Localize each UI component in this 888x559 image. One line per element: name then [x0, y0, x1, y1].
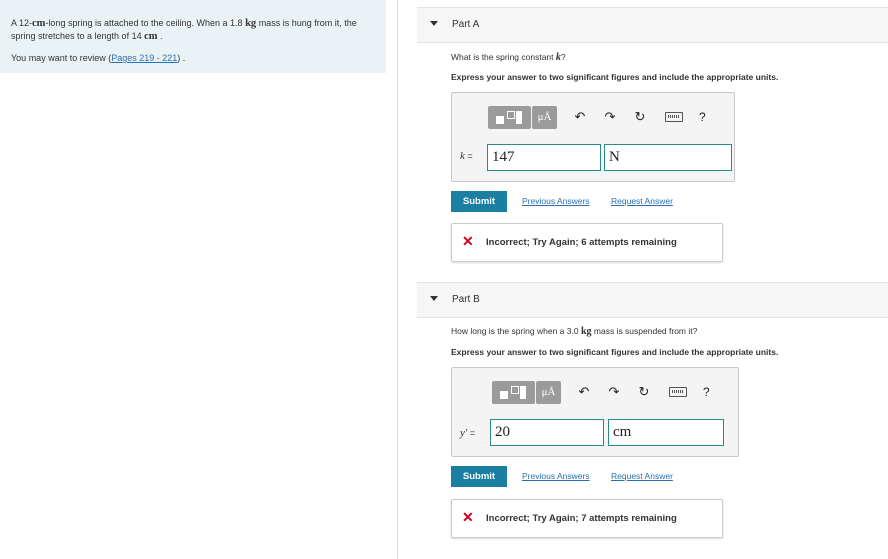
question-text: How long is the spring when a 3.0 [451, 326, 579, 336]
vertical-divider [397, 0, 398, 559]
unit-cm: cm [32, 18, 46, 29]
part-a-instruction: Express your answer to two significant f… [451, 72, 779, 82]
part-b-answer-box: μÅ ↶ ↷ ↻ ? y′ = 20 cm [451, 367, 739, 457]
collapse-triangle-icon[interactable] [430, 21, 438, 26]
units-button[interactable]: μÅ [532, 105, 557, 129]
unit-kg: kg [245, 18, 257, 29]
reset-icon[interactable]: ↻ [633, 109, 647, 125]
part-b-previous-answers-link[interactable]: Previous Answers [522, 471, 590, 481]
undo-icon[interactable]: ↶ [573, 109, 587, 125]
question-text: ? [560, 52, 566, 62]
help-icon[interactable]: ? [699, 110, 706, 124]
question-text: What is the spring constant [451, 52, 554, 62]
part-a-title: Part A [452, 19, 480, 30]
part-b-instruction: Express your answer to two significant f… [451, 347, 779, 357]
part-a-feedback: ✕ Incorrect; Try Again; 6 attempts remai… [451, 223, 723, 262]
incorrect-x-icon: ✕ [462, 233, 474, 249]
variable-y-prime: y′ [460, 427, 468, 439]
part-a-submit-button[interactable]: Submit [451, 191, 507, 212]
part-b-feedback: ✕ Incorrect; Try Again; 7 attempts remai… [451, 499, 723, 538]
problem-text: -long spring is attached to the ceiling.… [45, 18, 243, 28]
part-a-answer-box: μÅ ↶ ↷ ↻ ? k = 147 N [451, 92, 735, 182]
problem-panel: A 12-cm-long spring is attached to the c… [0, 0, 386, 73]
part-b-submit-button[interactable]: Submit [451, 466, 507, 487]
part-a-previous-answers-link[interactable]: Previous Answers [522, 196, 590, 206]
answer-unit-field[interactable]: cm [608, 419, 724, 446]
equals-sign: = [469, 428, 476, 438]
problem-text: . [160, 31, 163, 41]
answer-variable-label: k = [460, 150, 473, 162]
review-pages-link[interactable]: Pages 219 - 221 [111, 53, 177, 63]
answer-unit-field[interactable]: N [604, 144, 732, 171]
equals-sign: = [467, 151, 473, 161]
question-text: mass is suspended from it? [593, 326, 698, 336]
problem-text: A 12- [11, 18, 33, 28]
math-toolbar: μÅ ↶ ↷ ↻ ? [488, 105, 706, 129]
part-b-title: Part B [452, 294, 480, 305]
part-b-question: How long is the spring when a 3.0 kg mas… [451, 326, 697, 337]
help-icon[interactable]: ? [703, 385, 710, 399]
keyboard-icon[interactable] [665, 112, 683, 122]
unit-cm: cm [144, 31, 158, 42]
reset-icon[interactable]: ↻ [637, 384, 651, 400]
undo-icon[interactable]: ↶ [577, 384, 591, 400]
review-suffix: ) . [177, 53, 186, 63]
collapse-triangle-icon[interactable] [430, 296, 438, 301]
part-a-question: What is the spring constant k? [451, 52, 566, 63]
problem-statement: A 12-cm-long spring is attached to the c… [11, 17, 371, 43]
review-note: You may want to review (Pages 219 - 221)… [11, 53, 185, 63]
part-a-request-answer-link[interactable]: Request Answer [611, 196, 673, 206]
part-a-header[interactable]: Part A [417, 7, 888, 43]
redo-icon[interactable]: ↷ [603, 109, 617, 125]
answer-value-field[interactable]: 147 [487, 144, 601, 171]
feedback-message: Incorrect; Try Again; 6 attempts remaini… [486, 237, 677, 248]
variable-k: k [460, 150, 465, 162]
incorrect-x-icon: ✕ [462, 509, 474, 525]
feedback-message: Incorrect; Try Again; 7 attempts remaini… [486, 513, 677, 524]
math-toolbar: μÅ ↶ ↷ ↻ ? [492, 380, 710, 404]
part-b-request-answer-link[interactable]: Request Answer [611, 471, 673, 481]
keyboard-icon[interactable] [669, 387, 687, 397]
review-prefix: You may want to review ( [11, 53, 112, 63]
templates-icon[interactable] [492, 380, 535, 404]
answer-value-field[interactable]: 20 [490, 419, 604, 446]
question-unit: kg [580, 326, 592, 337]
redo-icon[interactable]: ↷ [607, 384, 621, 400]
answer-variable-label: y′ = [460, 427, 475, 439]
part-b-header[interactable]: Part B [417, 282, 888, 318]
units-button[interactable]: μÅ [536, 380, 561, 404]
templates-icon[interactable] [488, 105, 531, 129]
